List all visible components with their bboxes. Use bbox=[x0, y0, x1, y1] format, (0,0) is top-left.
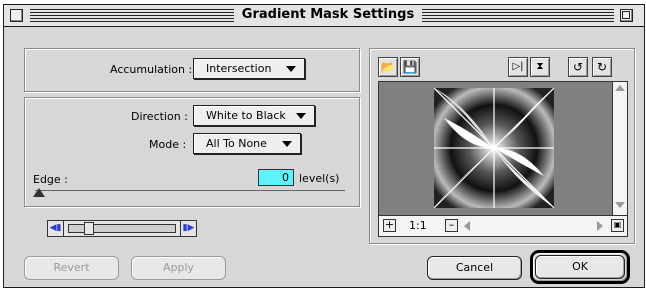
horizontal-slider[interactable]: ◀▮ ▮▶ bbox=[47, 220, 197, 237]
mode-popup[interactable]: All To None bbox=[193, 133, 301, 154]
scroll-down-arrow-icon[interactable] bbox=[615, 202, 625, 208]
edge-slider-thumb-icon[interactable] bbox=[33, 188, 45, 197]
ok-button[interactable]: OK bbox=[535, 255, 625, 279]
mode-label: Mode : bbox=[149, 138, 187, 151]
rotate-right-icon[interactable]: ↻ bbox=[592, 57, 612, 77]
scroll-up-arrow-icon[interactable] bbox=[615, 85, 625, 91]
zoom-level: 1:1 bbox=[409, 219, 427, 232]
preview-group: 📂 💾 ▷|◁ ⧗ ↺ ↻ bbox=[369, 48, 635, 244]
window-title: Gradient Mask Settings bbox=[241, 7, 415, 22]
accumulation-group: Accumulation : Intersection bbox=[24, 48, 360, 92]
gradient-preview-image bbox=[434, 88, 554, 208]
accumulation-value: Intersection bbox=[206, 62, 272, 75]
popup-arrow-icon bbox=[286, 66, 296, 72]
preview-frame: + 1:1 – ▣ bbox=[378, 81, 628, 237]
apply-button[interactable]: Apply bbox=[131, 256, 226, 280]
scroll-left-arrow-icon[interactable] bbox=[464, 221, 470, 231]
edge-slider-track[interactable] bbox=[35, 190, 345, 191]
title-stripes-left bbox=[30, 9, 234, 22]
open-folder-icon[interactable]: 📂 bbox=[378, 57, 398, 77]
flip-vertical-icon[interactable]: ⧗ bbox=[530, 57, 550, 77]
popup-arrow-icon bbox=[282, 141, 292, 147]
rotate-left-icon[interactable]: ↺ bbox=[568, 57, 588, 77]
popup-arrow-icon bbox=[296, 113, 306, 119]
slider-thumb[interactable] bbox=[84, 222, 94, 235]
accumulation-label: Accumulation : bbox=[110, 63, 193, 76]
edge-level-input[interactable]: 0 bbox=[258, 169, 294, 186]
mode-value: All To None bbox=[206, 137, 267, 150]
dialog-window: Gradient Mask Settings Accumulation : In… bbox=[3, 4, 645, 288]
direction-value: White to Black bbox=[206, 109, 286, 122]
edge-label: Edge : bbox=[33, 173, 68, 186]
preview-vertical-scrollbar[interactable] bbox=[612, 82, 627, 215]
gradient-options-group: Direction : White to Black Mode : All To… bbox=[24, 97, 360, 207]
slider-right-arrow-icon[interactable]: ▮▶ bbox=[180, 221, 196, 236]
zoom-out-icon[interactable]: – bbox=[445, 219, 458, 232]
close-box[interactable] bbox=[10, 9, 23, 22]
direction-label: Direction : bbox=[131, 110, 188, 123]
cancel-button[interactable]: Cancel bbox=[427, 256, 522, 280]
title-stripes-right bbox=[422, 9, 614, 22]
direction-popup[interactable]: White to Black bbox=[193, 105, 315, 126]
title-bar[interactable]: Gradient Mask Settings bbox=[4, 5, 644, 27]
edge-unit-label: level(s) bbox=[299, 172, 340, 185]
flip-horizontal-icon[interactable]: ▷|◁ bbox=[508, 57, 528, 90]
revert-button[interactable]: Revert bbox=[24, 256, 119, 280]
preview-bottom-bar: + 1:1 – ▣ bbox=[379, 215, 627, 236]
slider-left-arrow-icon[interactable]: ◀▮ bbox=[48, 221, 64, 236]
save-disk-icon[interactable]: 💾 bbox=[400, 57, 420, 77]
scroll-right-arrow-icon[interactable] bbox=[597, 221, 603, 231]
grow-box-icon[interactable]: ▣ bbox=[611, 219, 624, 232]
zoom-box[interactable] bbox=[620, 9, 633, 22]
accumulation-popup[interactable]: Intersection bbox=[193, 58, 305, 79]
zoom-in-icon[interactable]: + bbox=[383, 219, 396, 232]
